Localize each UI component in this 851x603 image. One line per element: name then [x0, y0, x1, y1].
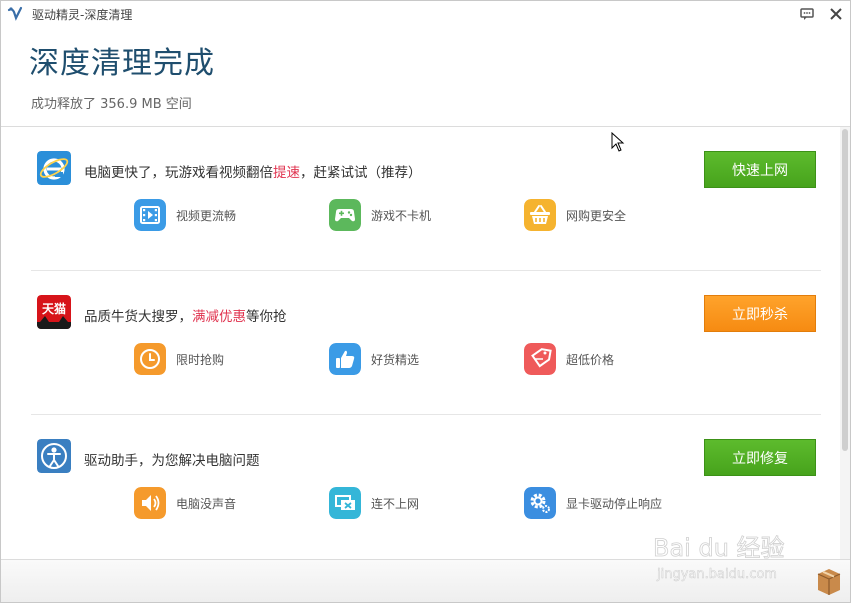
feature-label: 电脑没声音 — [176, 497, 237, 511]
title-bar[interactable]: 驱动精灵-深度清理 — [1, 1, 850, 27]
feature-label: 显卡驱动停止响应 — [566, 497, 663, 511]
package-box-icon[interactable] — [815, 566, 843, 596]
ie-browser-icon — [37, 151, 71, 185]
svg-text:Bai du 经验: Bai du 经验 — [653, 534, 785, 562]
app-logo-icon — [7, 6, 23, 21]
shopping-basket-icon — [524, 199, 556, 231]
tmall-logo-icon: 天猫 — [37, 295, 71, 329]
close-icon[interactable] — [827, 5, 845, 23]
feature-label: 视频更流畅 — [176, 209, 237, 223]
content-scrollbar[interactable] — [840, 127, 850, 559]
promo-list: 电脑更快了，玩游戏看视频翻倍提速，赶紧试试（推荐） 快速上网 视频更流畅 游戏不… — [1, 127, 850, 559]
feature-label: 游戏不卡机 — [371, 209, 432, 223]
feature-label: 网购更安全 — [566, 209, 627, 223]
baidu-jingyan-watermark: Bai du 经验 jingyan.baidu.com — [653, 534, 785, 583]
feedback-icon[interactable] — [799, 6, 815, 22]
feature-label: 连不上网 — [371, 497, 420, 511]
network-disconnected-icon — [329, 487, 361, 519]
freed-space-text: 成功释放了 356.9 MB 空间 — [31, 97, 192, 112]
thumbs-up-icon — [329, 343, 361, 375]
driver-assistant-icon — [37, 439, 71, 473]
fast-browse-button[interactable]: 快速上网 — [704, 151, 816, 188]
sale-tag-icon — [524, 343, 556, 375]
headline-highlight: 提速 — [273, 165, 300, 181]
headline-highlight: 满减优惠 — [192, 309, 246, 325]
feature-label: 好货精选 — [371, 353, 420, 367]
promo-headline: 电脑更快了，玩游戏看视频翻倍提速，赶紧试试（推荐） — [84, 165, 422, 181]
tmall-logo-text: 天猫 — [42, 301, 66, 316]
feature-label: 限时抢购 — [176, 353, 225, 367]
svg-text:jingyan.baidu.com: jingyan.baidu.com — [656, 567, 777, 582]
mouse-cursor-icon — [611, 132, 625, 152]
gamepad-icon — [329, 199, 361, 231]
page-title: 深度清理完成 — [29, 46, 215, 81]
promo-card-browser: 电脑更快了，玩游戏看视频翻倍提速，赶紧试试（推荐） 快速上网 视频更流畅 游戏不… — [31, 127, 821, 271]
window-title: 驱动精灵-深度清理 — [32, 8, 133, 22]
app-window: 驱动精灵-深度清理 深度清理完成 成功释放了 356.9 MB 空间 电脑更快了… — [0, 0, 851, 603]
feature-label: 超低价格 — [566, 353, 615, 367]
gear-icon — [524, 487, 556, 519]
promo-card-tmall: 天猫 品质牛货大搜罗，满减优惠等你抢 立即秒杀 限时抢购 好货精选 超低价格 — [31, 271, 821, 415]
video-icon — [134, 199, 166, 231]
promo-headline: 品质牛货大搜罗，满减优惠等你抢 — [84, 309, 287, 325]
scrollbar-thumb[interactable] — [842, 129, 848, 451]
speaker-icon — [134, 487, 166, 519]
flash-sale-button[interactable]: 立即秒杀 — [704, 295, 816, 332]
clock-icon — [134, 343, 166, 375]
fix-now-button[interactable]: 立即修复 — [704, 439, 816, 476]
promo-headline: 驱动助手，为您解决电脑问题 — [84, 453, 260, 469]
